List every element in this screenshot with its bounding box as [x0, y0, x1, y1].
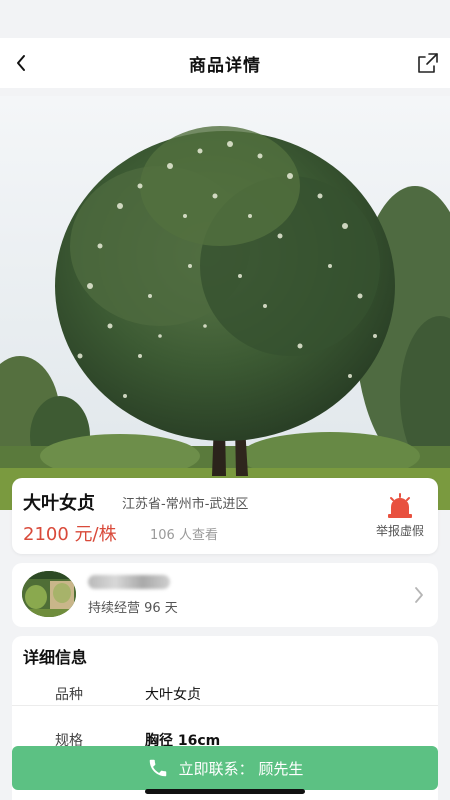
seller-card[interactable]: 持续经营 96 天 [12, 563, 438, 627]
contact-label: 立即联系： 顾先生 [178, 759, 304, 778]
report-label: 举报虚假 [375, 524, 424, 538]
chevron-left-icon [17, 55, 25, 71]
product-photo[interactable] [0, 96, 450, 510]
navigation-bar: 商品详情 [0, 38, 450, 88]
seller-name-redacted [88, 575, 170, 589]
detail-value: 大叶女贞 [145, 687, 201, 703]
share-icon [418, 53, 438, 73]
contact-seller-button[interactable]: 立即联系： 顾先生 [12, 746, 438, 790]
detail-section-title: 详细信息 [23, 648, 88, 667]
view-count: 106 人查看 [150, 528, 218, 543]
product-name: 大叶女贞 [23, 493, 95, 514]
page-title: 商品详情 [189, 55, 261, 76]
detail-divider [12, 705, 438, 706]
share-button[interactable] [414, 49, 442, 77]
home-indicator [145, 789, 305, 794]
product-info-card: 大叶女贞 江苏省-常州市-武进区 2100 元/株 106 人查看 举报虚假 [12, 478, 438, 554]
chevron-right-icon [415, 587, 423, 603]
tree-photo-illustration [0, 96, 450, 510]
product-location: 江苏省-常州市-武进区 [122, 497, 249, 512]
seller-business-duration: 持续经营 96 天 [88, 601, 178, 616]
status-bar-area [0, 0, 450, 38]
product-price: 2100 元/株 [23, 524, 117, 545]
report-fake-button[interactable]: 举报虚假 [372, 492, 428, 542]
seller-avatar [22, 571, 76, 617]
siren-icon [388, 493, 412, 518]
detail-row-variety: 品种 大叶女贞 [12, 672, 438, 718]
detail-key: 品种 [55, 687, 83, 703]
back-button[interactable] [6, 48, 36, 78]
phone-icon [149, 759, 166, 777]
product-detail-page: 商品详情 大叶女贞 江苏省-常州市-武进区 2100 元/株 106 人查看 举… [0, 0, 450, 800]
